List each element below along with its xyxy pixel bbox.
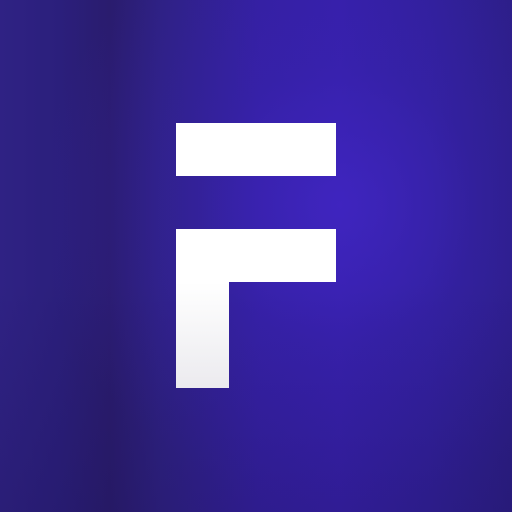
letter-f-logo-icon [0,0,512,512]
app-icon-canvas [0,0,512,512]
logo-stem-bar [176,229,229,388]
logo-top-bar [176,123,336,176]
